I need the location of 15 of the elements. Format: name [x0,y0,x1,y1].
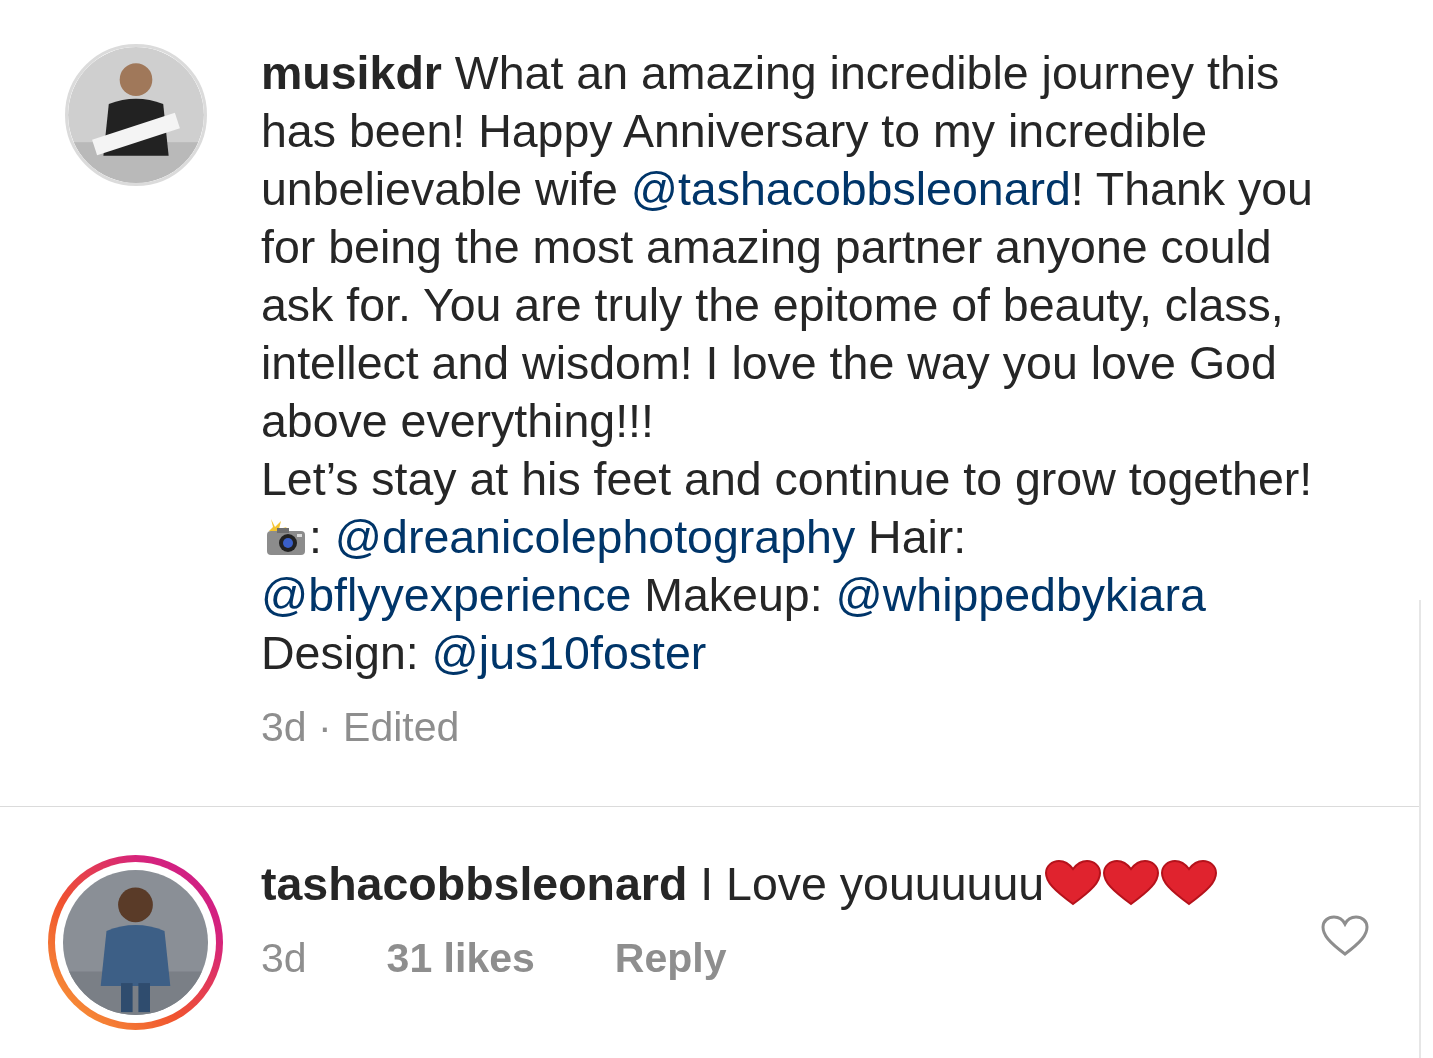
like-icon[interactable] [1321,915,1369,957]
mention-link[interactable]: @bflyyexperience [261,569,632,621]
heart-icon [1102,860,1161,906]
timestamp: 3d · Edited [261,704,460,751]
username-link[interactable]: tashacobbsleonard [261,858,688,910]
comment-text: musikdr What an amazing incredible journey this has been! Happy Anniversary to my incredible unbelievable wife @tashacobbsleonard! Thank you for being the most amazing partner anyone could ask for. You are truly the epitome of beauty, class, intellect and wisdom! I love the way you love God above everything!!! Let’s stay at his feet and continue to grow together! : @dreanicolephotography Hair: @bflyyexperience Makeup: @whippedbykiara Design: @jus10foster [261,46,1314,681]
timestamp: 3d [261,935,307,982]
comment-text: tashacobbsleonard I Love youuuuuu [261,855,1321,913]
mention-link[interactable]: @whippedbykiara [835,569,1206,621]
mention-link[interactable]: @tashacobbsleonard [630,163,1071,215]
heart-icon [1044,860,1103,906]
heart-icon [1160,860,1219,906]
username-link[interactable]: musikdr [261,47,442,99]
mention-link[interactable]: @jus10foster [431,627,707,679]
mention-link[interactable]: @dreanicolephotography [334,511,856,563]
